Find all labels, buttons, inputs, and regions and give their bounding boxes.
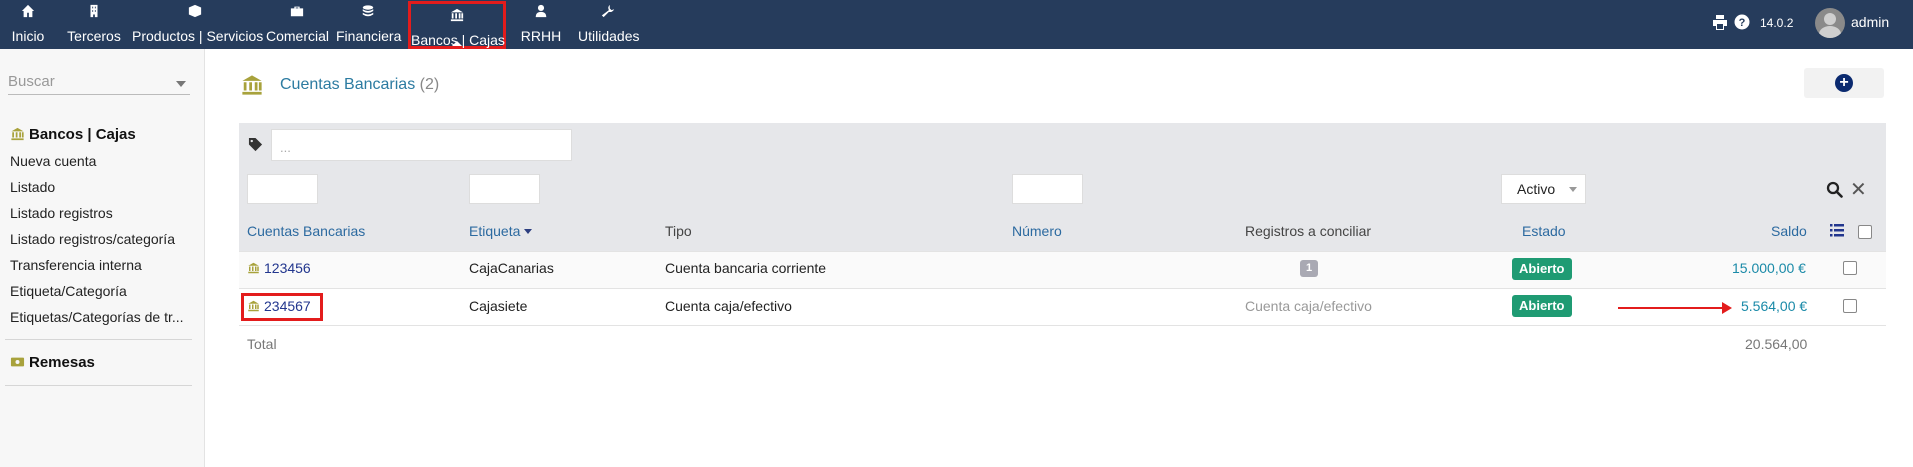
sidebar-divider: [5, 339, 192, 340]
version-label: 14.0.2: [1760, 16, 1794, 30]
home-icon: [10, 0, 46, 22]
page-title: Cuentas Bancarias (2): [280, 76, 440, 93]
building-icon: [66, 0, 122, 22]
top-navbar: Inicio Terceros Productos | Servicios Co…: [0, 0, 1913, 49]
column-selector-icon[interactable]: [1830, 224, 1844, 241]
account-link[interactable]: 123456: [247, 260, 311, 276]
search-icon[interactable]: [1826, 181, 1843, 202]
row-checkbox[interactable]: [1843, 261, 1857, 275]
user-name[interactable]: admin: [1851, 14, 1889, 30]
sidebar-section-remesas[interactable]: Remesas: [10, 354, 95, 371]
bank-icon: [240, 74, 264, 100]
sidebar-link-listado-registros[interactable]: Listado registros: [10, 205, 194, 221]
status-badge: Abierto: [1512, 295, 1572, 317]
col-header-tipo[interactable]: Tipo: [665, 223, 692, 239]
cell-saldo[interactable]: 15.000,00 €: [1732, 260, 1806, 276]
menu-item-utilidades[interactable]: Utilidades: [578, 0, 639, 49]
money-bill-icon: [10, 357, 25, 367]
filter-cuenta-input[interactable]: [247, 174, 318, 204]
filter-etiqueta-input[interactable]: [469, 174, 540, 204]
print-icon[interactable]: [1712, 15, 1728, 34]
bank-icon: [11, 127, 24, 141]
sidebar-link-etiqueta-categoria[interactable]: Etiqueta/Categoría: [10, 283, 194, 299]
svg-text:?: ?: [1739, 17, 1746, 29]
sidebar-link-transferencia-interna[interactable]: Transferencia interna: [10, 257, 194, 273]
avatar[interactable]: [1815, 8, 1845, 38]
tag-filter-input[interactable]: ...: [271, 129, 572, 161]
filter-numero-input[interactable]: [1012, 174, 1083, 204]
menu-item-financiera[interactable]: Financiera: [336, 0, 401, 49]
left-sidebar: Buscar Bancos | Cajas Nueva cuenta Lista…: [0, 49, 205, 467]
briefcase-icon: [266, 0, 328, 22]
sidebar-link-listado-registros-categoria[interactable]: Listado registros/categoría: [10, 231, 194, 247]
tag-icon: [248, 137, 263, 156]
wrench-icon: [578, 0, 638, 22]
clear-filter-icon[interactable]: ✕: [1850, 177, 1867, 202]
user-tie-icon: [520, 0, 562, 22]
col-header-registros: Registros a conciliar: [1245, 223, 1372, 239]
col-header-cuenta[interactable]: Cuentas Bancarias: [247, 223, 365, 239]
cell-registros: Cuenta caja/efectivo: [1245, 298, 1372, 314]
bank-icon: [411, 4, 503, 26]
sidebar-section-bancos[interactable]: Bancos | Cajas: [10, 126, 136, 143]
cell-etiqueta: CajaCanarias: [469, 260, 554, 276]
total-row: [239, 325, 1886, 362]
menu-item-productos[interactable]: Productos | Servicios: [132, 0, 263, 49]
menu-item-terceros[interactable]: Terceros: [66, 0, 122, 49]
filter-estado-select[interactable]: Activo: [1501, 174, 1586, 204]
pending-count-badge[interactable]: 1: [1300, 260, 1318, 277]
highlight-arrow: [1618, 302, 1732, 314]
menu-item-rrhh[interactable]: RRHH: [520, 0, 562, 49]
active-caret: [452, 41, 462, 46]
total-label: Total: [247, 336, 277, 352]
chevron-down-icon: [176, 81, 186, 87]
sidebar-link-etiquetas-categorias[interactable]: Etiquetas/Categorías de tr...: [10, 309, 194, 325]
menu-item-comercial[interactable]: Comercial: [266, 0, 329, 49]
status-badge: Abierto: [1512, 258, 1572, 280]
bank-icon: [248, 300, 259, 312]
total-value: 20.564,00: [1745, 336, 1808, 352]
search-select[interactable]: Buscar: [8, 73, 190, 95]
account-link[interactable]: 234567: [247, 298, 311, 314]
row-checkbox[interactable]: [1843, 299, 1857, 313]
select-all-checkbox[interactable]: [1858, 225, 1872, 239]
chevron-down-icon: [1569, 187, 1577, 192]
bank-icon: [248, 262, 259, 274]
help-icon[interactable]: ?: [1733, 13, 1751, 35]
menu-item-inicio[interactable]: Inicio: [10, 0, 46, 49]
add-account-button[interactable]: +: [1804, 68, 1884, 98]
col-header-etiqueta[interactable]: Etiqueta: [469, 223, 533, 239]
cell-saldo[interactable]: 5.564,00 €: [1741, 298, 1807, 314]
record-count: (2): [419, 76, 440, 93]
menu-item-bancos-cajas[interactable]: Bancos | Cajas: [408, 1, 506, 49]
col-header-numero[interactable]: Número: [1012, 223, 1062, 239]
col-header-estado[interactable]: Estado: [1522, 223, 1566, 239]
cell-tipo: Cuenta bancaria corriente: [665, 260, 827, 276]
cell-etiqueta: Cajasiete: [469, 298, 528, 314]
plus-circle-icon: +: [1835, 74, 1853, 92]
col-header-saldo[interactable]: Saldo: [1771, 223, 1807, 239]
sidebar-link-listado[interactable]: Listado: [10, 179, 194, 195]
cell-tipo: Cuenta caja/efectivo: [665, 298, 792, 314]
sidebar-link-nueva-cuenta[interactable]: Nueva cuenta: [10, 153, 194, 169]
sidebar-divider: [5, 385, 192, 386]
sort-desc-icon: [524, 229, 533, 234]
coins-icon: [336, 0, 400, 22]
cube-icon: [132, 0, 258, 22]
